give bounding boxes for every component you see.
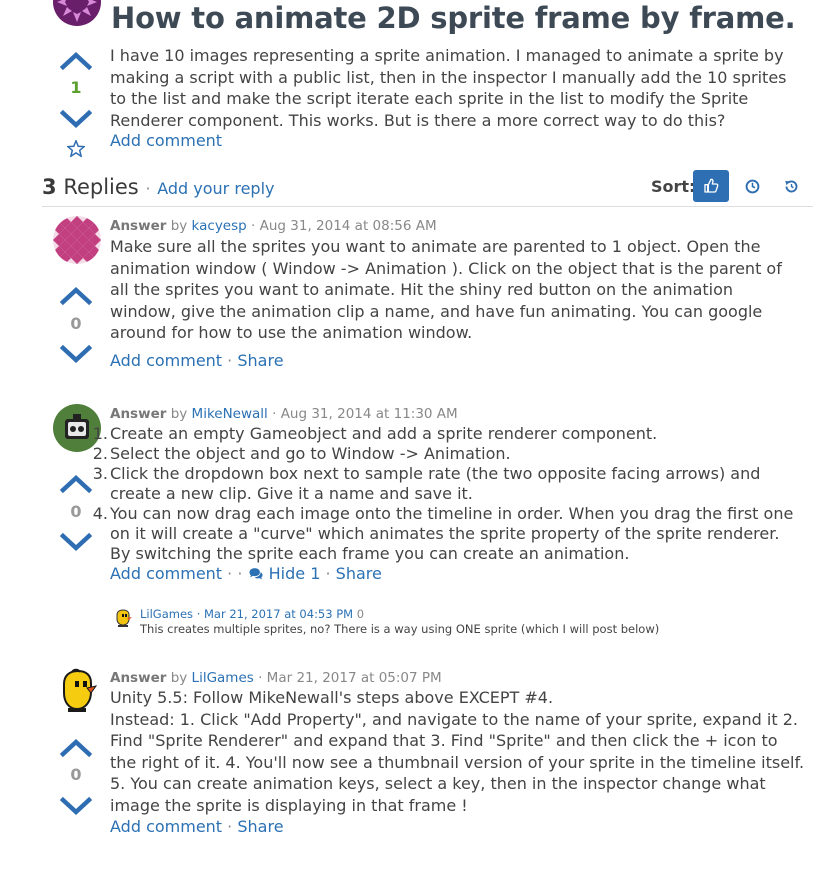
answer-1-upvote-button[interactable]	[59, 285, 93, 309]
comment-meta: LilGames · Mar 21, 2017 at 04:53 PM 0	[140, 607, 364, 621]
answer-3-actions: Add comment · Share	[110, 817, 284, 836]
comment-author-link[interactable]: LilGames	[140, 607, 193, 621]
answer-2-downvote-button[interactable]	[59, 532, 93, 557]
answer-3-author-avatar[interactable]	[56, 668, 100, 714]
answer-3-add-comment-link[interactable]: Add comment	[110, 817, 222, 836]
sort-by-newest-button[interactable]	[734, 170, 770, 202]
sort-by-votes-button[interactable]	[693, 170, 729, 202]
comment-date: · Mar 21, 2017 at 04:53 PM	[196, 607, 354, 621]
question-add-comment-link[interactable]: Add comment	[110, 131, 222, 150]
replies-header: 3 Replies · Add your reply	[42, 175, 274, 199]
answer-1-author-avatar[interactable]	[53, 216, 101, 264]
question-downvote-button[interactable]	[59, 109, 93, 134]
add-reply-link[interactable]: Add your reply	[157, 179, 274, 198]
comments-icon	[249, 568, 263, 580]
question-author-avatar[interactable]	[52, 0, 102, 30]
answer-3-upvote-button[interactable]	[59, 737, 93, 761]
chevron-down-icon	[59, 344, 93, 364]
answer-2-author-link[interactable]: MikeNewall	[192, 406, 268, 422]
chevron-up-icon	[59, 51, 93, 71]
sort-by-oldest-button[interactable]	[773, 170, 809, 202]
favorite-button[interactable]	[65, 138, 87, 161]
replies-separator: ·	[145, 179, 151, 198]
answer-2-share-link[interactable]: Share	[336, 564, 382, 583]
answer-1-downvote-button[interactable]	[59, 344, 93, 369]
answer-2-meta: Answer by MikeNewall · Aug 31, 2014 at 1…	[110, 406, 458, 422]
answer-2-date: · Aug 31, 2014 at 11:30 AM	[272, 406, 458, 422]
star-icon	[65, 138, 87, 158]
answer-3-body: Unity 5.5: Follow MikeNewall's steps abo…	[110, 687, 805, 817]
answer-2-step: 3. Click the dropdown box next to sample …	[92, 464, 761, 503]
thumbs-up-icon	[704, 178, 719, 193]
answer-2-body: 1. Create an empty Gameobject and add a s…	[92, 424, 800, 564]
sort-label: Sort:	[651, 177, 696, 196]
answer-2-vote-count: 0	[70, 502, 82, 521]
answer-1-body: Make sure all the sprites you want to an…	[110, 237, 782, 343]
comment-text: This creates multiple sprites, no? There…	[140, 622, 660, 636]
answer-3-steps: Instead: 1. Click "Add Property", and na…	[110, 709, 805, 815]
answer-3-date: · Mar 21, 2017 at 05:07 PM	[258, 670, 442, 686]
answer-1-add-comment-link[interactable]: Add comment	[110, 351, 222, 370]
answer-3-meta: Answer by LilGames · Mar 21, 2017 at 05:…	[110, 670, 442, 686]
answer-label: Answer	[110, 670, 167, 686]
replies-divider	[42, 206, 813, 207]
question-vote-count: 1	[70, 78, 82, 97]
comment-vote-count: 0	[356, 607, 365, 621]
answer-2-step: 2. Select the object and go to Window -> …	[92, 444, 511, 463]
chevron-up-icon	[59, 286, 93, 306]
answer-1-actions: Add comment · Share	[110, 351, 284, 370]
answer-2-add-comment-link[interactable]: Add comment	[110, 564, 222, 583]
chevron-down-icon	[59, 796, 93, 816]
answer-1-date: · Aug 31, 2014 at 08:56 AM	[251, 218, 437, 234]
answer-1-share-link[interactable]: Share	[237, 351, 283, 370]
replies-label: Replies	[63, 175, 139, 199]
chevron-down-icon	[59, 109, 93, 129]
answer-3-intro: Unity 5.5: Follow MikeNewall's steps abo…	[110, 688, 554, 707]
clock-icon	[745, 179, 759, 193]
comment-author-avatar[interactable]	[113, 608, 133, 632]
chevron-up-icon	[59, 738, 93, 758]
chevron-up-icon	[59, 474, 93, 494]
question-upvote-button[interactable]	[59, 50, 93, 74]
answer-1-vote-count: 0	[70, 314, 82, 333]
answer-3-vote-count: 0	[70, 765, 82, 784]
answer-label: Answer	[110, 218, 167, 234]
chevron-down-icon	[59, 532, 93, 552]
answer-3-downvote-button[interactable]	[59, 796, 93, 821]
answer-2-step: 1. Create an empty Gameobject and add a s…	[92, 424, 658, 443]
answer-2-hide-comments-link[interactable]: Hide 1	[248, 564, 326, 583]
question-title[interactable]: How to animate 2D sprite frame by frame.	[111, 1, 796, 35]
answer-2-step: 4. You can now drag each image onto the t…	[92, 504, 794, 563]
answer-2-upvote-button[interactable]	[59, 473, 93, 497]
answer-3-share-link[interactable]: Share	[237, 817, 283, 836]
answer-2-actions: Add comment · · Hide 1 · Share	[110, 564, 382, 583]
answer-label: Answer	[110, 406, 167, 422]
replies-count: 3	[42, 175, 57, 199]
answer-1-author-link[interactable]: kacyesp	[192, 218, 247, 234]
question-body: I have 10 images representing a sprite a…	[110, 46, 787, 130]
history-icon	[784, 180, 797, 192]
answer-3-author-link[interactable]: LilGames	[192, 670, 254, 686]
answer-1-meta: Answer by kacyesp · Aug 31, 2014 at 08:5…	[110, 218, 437, 234]
